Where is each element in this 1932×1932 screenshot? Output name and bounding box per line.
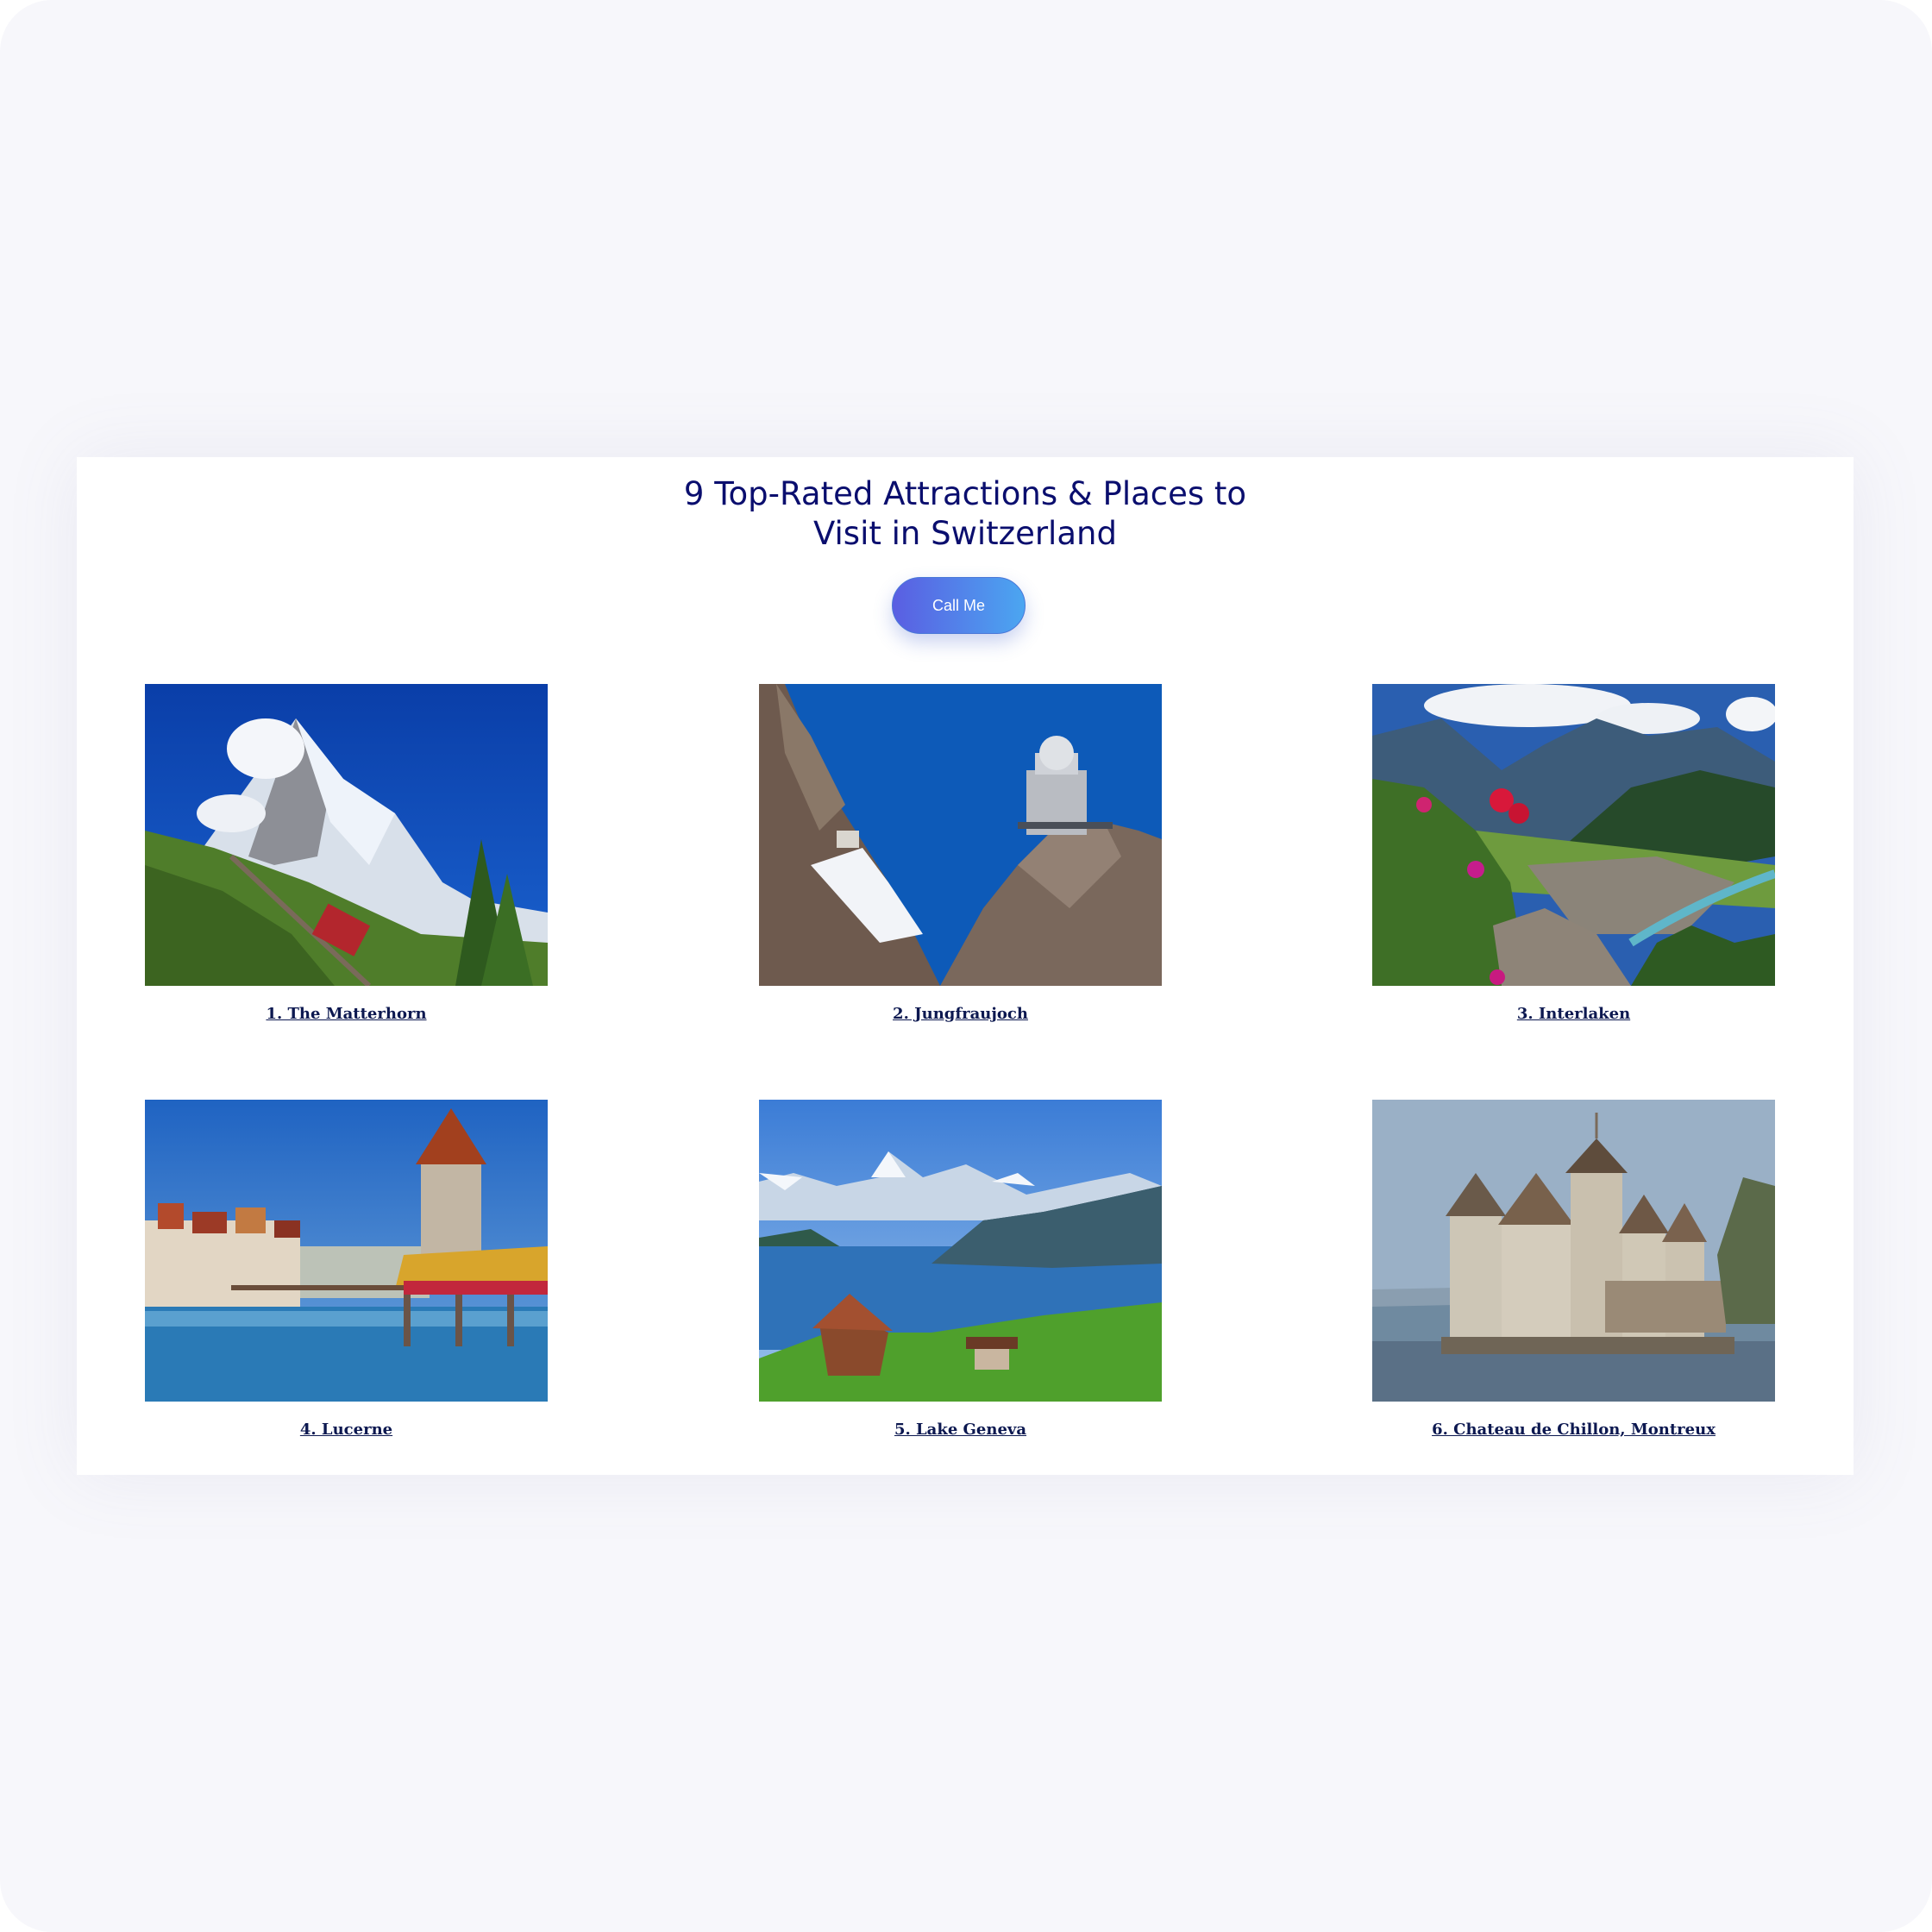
attraction-card: 2. Jungfraujoch	[759, 684, 1162, 1023]
attraction-card: 5. Lake Geneva	[759, 1100, 1162, 1439]
attraction-link-matterhorn[interactable]: 1. The Matterhorn	[145, 1005, 548, 1023]
attraction-link-lucerne[interactable]: 4. Lucerne	[145, 1421, 548, 1439]
matterhorn-photo[interactable]	[145, 684, 548, 986]
attraction-link-jungfraujoch[interactable]: 2. Jungfraujoch	[759, 1005, 1162, 1023]
attraction-card: 3. Interlaken	[1372, 684, 1775, 1023]
interlaken-photo[interactable]	[1372, 684, 1775, 986]
attraction-card: 6. Chateau de Chillon, Montreux	[1372, 1100, 1775, 1439]
attraction-link-lake-geneva[interactable]: 5. Lake Geneva	[759, 1421, 1162, 1439]
attraction-link-interlaken[interactable]: 3. Interlaken	[1372, 1005, 1775, 1023]
call-me-button[interactable]: Call Me	[892, 577, 1026, 634]
page-title: 9 Top-Rated Attractions & Places to Visi…	[77, 474, 1854, 554]
page-background: 9 Top-Rated Attractions & Places to Visi…	[0, 0, 1932, 1932]
attraction-card: 4. Lucerne	[145, 1100, 548, 1439]
chateau-de-chillon-photo[interactable]	[1372, 1100, 1775, 1402]
attraction-link-chateau-de-chillon[interactable]: 6. Chateau de Chillon, Montreux	[1372, 1421, 1775, 1439]
jungfraujoch-photo[interactable]	[759, 684, 1162, 986]
lucerne-photo[interactable]	[145, 1100, 548, 1402]
attractions-section: 9 Top-Rated Attractions & Places to Visi…	[77, 457, 1854, 1475]
attraction-card: 1. The Matterhorn	[145, 684, 548, 1023]
page-title-line-2: Visit in Switzerland	[813, 515, 1117, 552]
page-title-line-1: 9 Top-Rated Attractions & Places to	[683, 475, 1247, 512]
lake-geneva-photo[interactable]	[759, 1100, 1162, 1402]
